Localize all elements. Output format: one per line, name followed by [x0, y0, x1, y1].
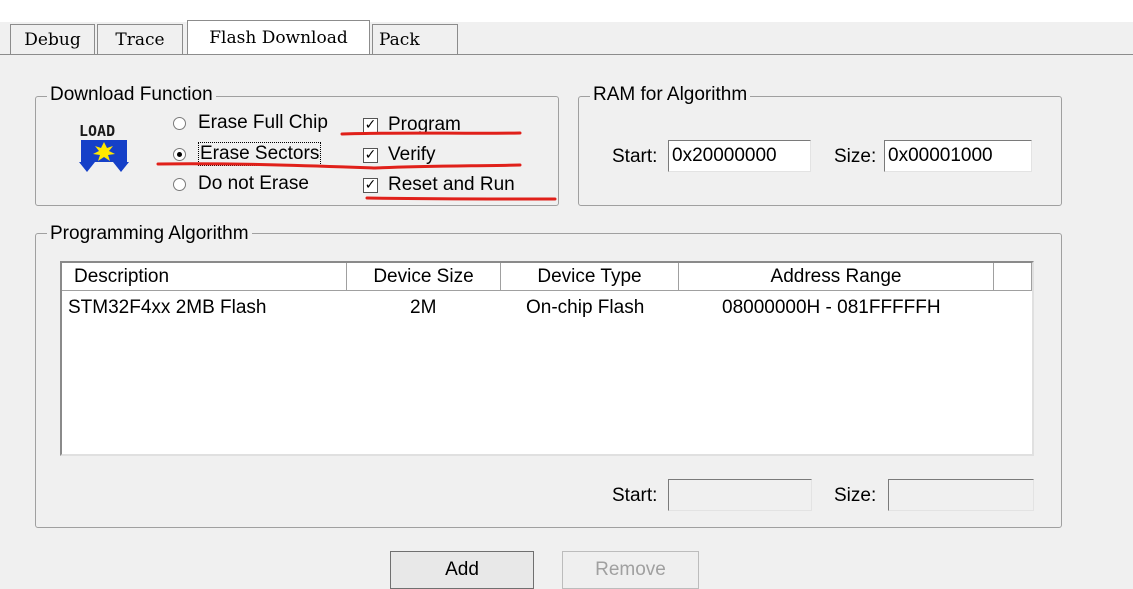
radio-do-not-erase[interactable]: Do not Erase	[173, 173, 309, 195]
tab-pack[interactable]: Pack	[372, 24, 458, 54]
checkbox-program-box[interactable]: ✓	[363, 117, 378, 133]
remove-button-label: Remove	[595, 559, 666, 580]
tab-debug-label: Debug	[24, 29, 81, 50]
cell-description: STM32F4xx 2MB Flash	[68, 297, 267, 318]
algorithm-size-field[interactable]	[888, 479, 1034, 511]
radio-erase-sectors[interactable]: Erase Sectors	[173, 142, 322, 166]
algorithm-start-field[interactable]	[668, 479, 812, 511]
programming-algorithm-legend: Programming Algorithm	[47, 223, 252, 245]
tab-trace[interactable]: Trace	[97, 24, 183, 54]
column-header-device-type[interactable]: Device Type	[501, 263, 679, 291]
radio-do-not-erase-label: Do not Erase	[198, 173, 309, 194]
load-icon-text: LOAD	[79, 122, 115, 140]
tab-divider	[0, 54, 1133, 55]
cell-device-type: On-chip Flash	[526, 297, 645, 318]
radio-erase-full-chip-label: Erase Full Chip	[198, 112, 328, 133]
download-function-legend: Download Function	[47, 84, 216, 106]
radio-erase-sectors-label: Erase Sectors	[198, 142, 322, 166]
tab-trace-label: Trace	[115, 29, 165, 50]
table-header: Description Device Size Device Type Addr…	[62, 263, 1032, 291]
algorithm-start-label: Start:	[612, 485, 658, 506]
checkbox-program[interactable]: ✓ Program	[363, 114, 461, 136]
checkbox-reset-and-run-label: Reset and Run	[388, 174, 515, 195]
add-button-label: Add	[445, 559, 479, 580]
algorithm-table[interactable]: Description Device Size Device Type Addr…	[60, 261, 1034, 456]
load-icon: LOAD	[73, 120, 137, 176]
add-button[interactable]: Add	[390, 551, 534, 589]
column-description-label: Description	[74, 265, 170, 287]
ram-for-algorithm-legend: RAM for Algorithm	[590, 84, 751, 106]
radio-do-not-erase-indicator[interactable]	[173, 177, 186, 191]
checkbox-reset-and-run[interactable]: ✓ Reset and Run	[363, 174, 515, 196]
column-device-type-label: Device Type	[537, 265, 642, 287]
column-address-range-label: Address Range	[770, 265, 902, 287]
radio-erase-full-chip-indicator[interactable]	[173, 116, 186, 130]
column-header-device-size[interactable]: Device Size	[347, 263, 501, 291]
checkbox-verify[interactable]: ✓ Verify	[363, 144, 436, 166]
cell-address-range: 08000000H - 081FFFFFH	[722, 297, 941, 318]
column-device-size-label: Device Size	[373, 265, 474, 287]
ram-size-field[interactable]: 0x00001000	[884, 140, 1032, 172]
cell-device-size: 2M	[410, 297, 437, 318]
tab-flash-download[interactable]: Flash Download	[187, 20, 370, 54]
ram-start-label: Start:	[612, 146, 658, 167]
checkbox-reset-and-run-box[interactable]: ✓	[363, 177, 378, 193]
remove-button[interactable]: Remove	[562, 551, 699, 589]
ram-start-field[interactable]: 0x20000000	[668, 140, 811, 172]
column-header-description[interactable]: Description	[62, 263, 347, 291]
ram-size-label: Size:	[834, 146, 877, 167]
checkbox-verify-label: Verify	[388, 144, 436, 165]
checkbox-program-label: Program	[388, 114, 461, 135]
top-strip	[0, 0, 1133, 22]
radio-erase-sectors-indicator[interactable]	[173, 147, 186, 161]
column-header-filler	[994, 263, 1032, 291]
tab-debug[interactable]: Debug	[10, 24, 95, 54]
tab-pack-label: Pack	[379, 29, 420, 50]
column-header-address-range[interactable]: Address Range	[679, 263, 994, 291]
radio-erase-full-chip[interactable]: Erase Full Chip	[173, 112, 328, 134]
checkbox-verify-box[interactable]: ✓	[363, 147, 378, 163]
tab-flash-download-label: Flash Download	[209, 27, 348, 48]
algorithm-size-label: Size:	[834, 485, 877, 506]
